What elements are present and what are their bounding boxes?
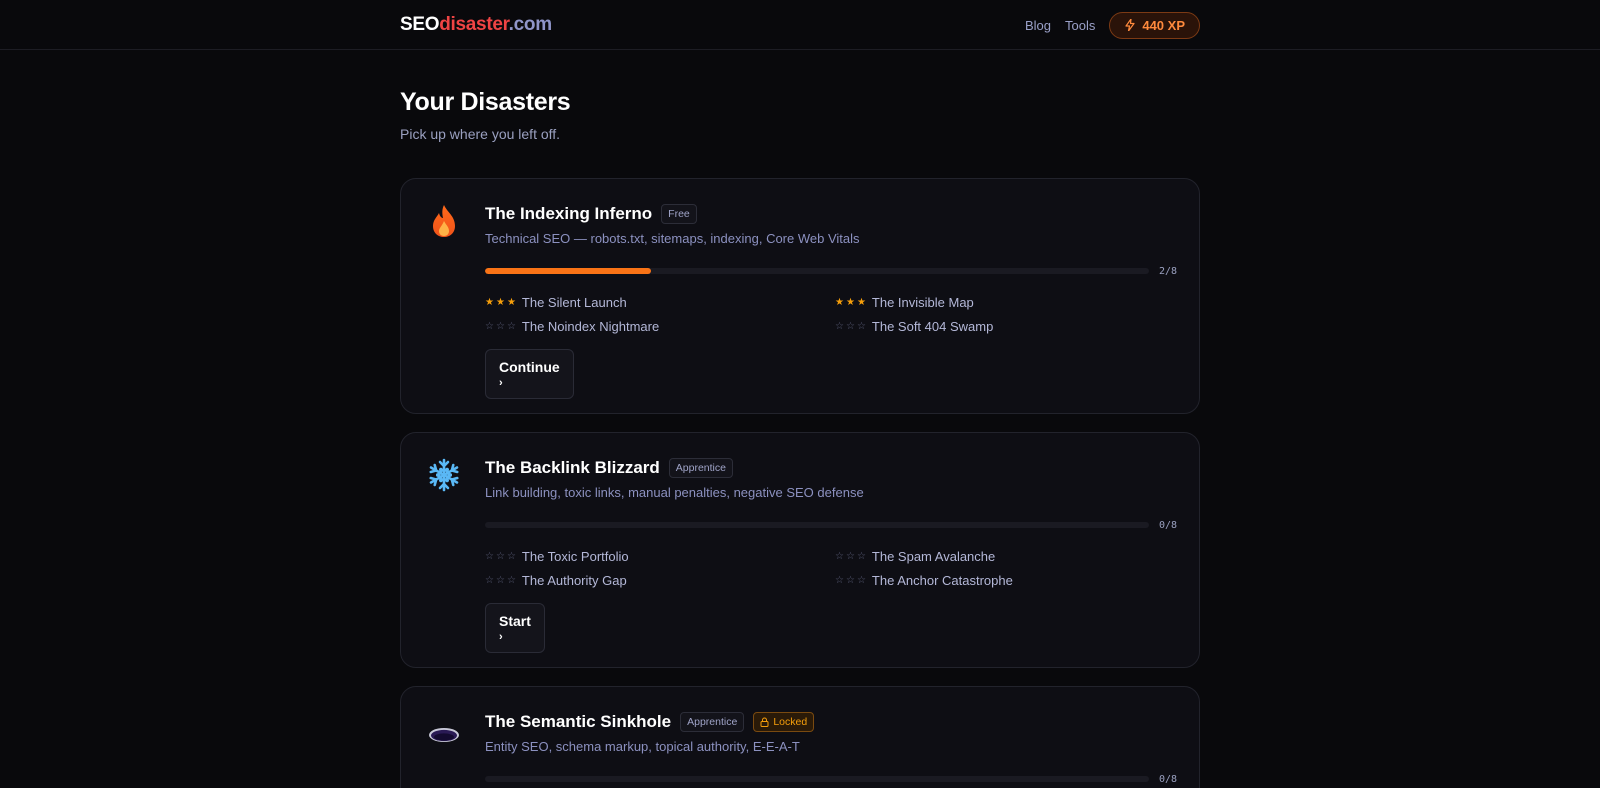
progress-track	[485, 522, 1149, 528]
snowflake-icon	[427, 458, 461, 492]
star-empty-icon: ☆	[506, 321, 516, 332]
star-rating: ☆ ☆ ☆	[835, 575, 866, 586]
star-empty-icon: ☆	[495, 321, 505, 332]
level-item[interactable]: ★ ★ ★ The Invisible Map	[835, 294, 1185, 311]
level-list: ☆ ☆ ☆ The Toxic Portfolio ☆ ☆ ☆ The Spam Ava…	[485, 548, 1177, 589]
star-empty-icon: ☆	[856, 321, 866, 332]
tier-badge: Free	[661, 204, 697, 224]
progress-track	[485, 268, 1149, 274]
level-list: ★ ★ ★ The Silent Launch ★ ★ ★ The Invisible …	[485, 294, 1177, 335]
page-subtitle: Pick up where you left off.	[400, 126, 561, 142]
sinkhole-icon	[429, 728, 459, 742]
level-name: The Silent Launch	[521, 295, 627, 310]
level-name: The Authority Gap	[521, 573, 627, 588]
star-empty-icon: ☆	[835, 321, 844, 332]
card-description: Entity SEO, schema markup, topical autho…	[485, 739, 800, 754]
main-content: Your Disasters Pick up where you left of…	[400, 50, 1200, 788]
star-empty-icon: ☆	[506, 551, 516, 562]
star-filled-icon: ★	[485, 297, 494, 308]
level-name: The Soft 404 Swamp	[871, 319, 994, 334]
star-empty-icon: ☆	[845, 321, 855, 332]
tier-badge: Apprentice	[680, 712, 745, 732]
chevron-right-icon: ›	[499, 631, 503, 643]
lightning-icon	[1125, 19, 1135, 31]
progress-count: 2/8	[1159, 265, 1178, 277]
top-bar: SEOdisaster.com Blog Tools 440 XP	[0, 0, 1600, 50]
continue-button[interactable]: Continue ›	[485, 349, 574, 399]
chevron-right-icon: ›	[499, 377, 503, 389]
star-empty-icon: ☆	[485, 551, 494, 562]
star-filled-icon: ★	[506, 297, 516, 308]
progress-row: 0/8	[485, 772, 1177, 786]
card-description: Link building, toxic links, manual penal…	[485, 485, 864, 500]
level-item[interactable]: ☆ ☆ ☆ The Authority Gap	[485, 572, 835, 589]
locked-badge: Locked	[753, 712, 815, 732]
level-item[interactable]: ★ ★ ★ The Silent Launch	[485, 294, 835, 311]
button-label: Start	[499, 613, 531, 629]
star-empty-icon: ☆	[856, 551, 866, 562]
xp-badge[interactable]: 440 XP	[1109, 11, 1200, 39]
fire-icon	[433, 205, 455, 237]
progress-row: 2/8	[485, 264, 1177, 278]
star-empty-icon: ☆	[506, 575, 516, 586]
star-rating: ☆ ☆ ☆	[485, 575, 516, 586]
level-name: The Anchor Catastrophe	[871, 573, 1013, 588]
tier-badge: Apprentice	[668, 458, 733, 478]
progress-count: 0/8	[1159, 519, 1178, 531]
disaster-card-indexing-inferno[interactable]: The Indexing Inferno Free Technical SEO …	[400, 178, 1200, 414]
star-empty-icon: ☆	[835, 575, 844, 586]
disaster-list: The Indexing Inferno Free Technical SEO …	[400, 178, 1200, 788]
star-filled-icon: ★	[495, 297, 505, 308]
card-title: The Backlink Blizzard	[485, 458, 660, 477]
star-rating: ☆ ☆ ☆	[835, 321, 866, 332]
level-item[interactable]: ☆ ☆ ☆ The Soft 404 Swamp	[835, 318, 1185, 335]
nav-link-tools[interactable]: Tools	[1065, 18, 1095, 33]
progress-fill	[485, 268, 651, 274]
star-rating: ☆ ☆ ☆	[485, 321, 516, 332]
progress-track	[485, 776, 1149, 782]
lock-icon	[760, 717, 769, 727]
level-name: The Invisible Map	[871, 295, 974, 310]
progress-count: 0/8	[1159, 773, 1178, 785]
xp-value: 440 XP	[1142, 17, 1185, 33]
card-title: The Indexing Inferno	[485, 204, 653, 223]
star-filled-icon: ★	[835, 297, 844, 308]
star-rating: ☆ ☆ ☆	[835, 551, 866, 562]
start-button[interactable]: Start ›	[485, 603, 545, 653]
main-nav: Blog Tools 440 XP	[1025, 11, 1200, 39]
star-empty-icon: ☆	[845, 551, 855, 562]
level-name: The Spam Avalanche	[871, 549, 996, 564]
star-empty-icon: ☆	[485, 575, 494, 586]
level-item[interactable]: ☆ ☆ ☆ The Toxic Portfolio	[485, 548, 835, 565]
disaster-card-semantic-sinkhole[interactable]: The Semantic Sinkhole Apprentice Locked …	[400, 686, 1200, 788]
star-filled-icon: ★	[845, 297, 855, 308]
button-label: Continue	[499, 359, 560, 375]
site-logo[interactable]: SEOdisaster.com	[400, 14, 552, 36]
level-name: The Toxic Portfolio	[521, 549, 629, 564]
disaster-card-backlink-blizzard[interactable]: The Backlink Blizzard Apprentice Link bu…	[400, 432, 1200, 668]
level-name: The Noindex Nightmare	[521, 319, 660, 334]
level-item[interactable]: ☆ ☆ ☆ The Noindex Nightmare	[485, 318, 835, 335]
level-item[interactable]: ☆ ☆ ☆ The Spam Avalanche	[835, 548, 1185, 565]
star-empty-icon: ☆	[495, 575, 505, 586]
star-empty-icon: ☆	[856, 575, 866, 586]
card-description: Technical SEO — robots.txt, sitemaps, in…	[485, 231, 860, 246]
star-filled-icon: ★	[856, 297, 866, 308]
card-title: The Semantic Sinkhole	[485, 712, 672, 731]
page-title: Your Disasters	[400, 88, 571, 116]
star-rating: ☆ ☆ ☆	[485, 551, 516, 562]
progress-row: 0/8	[485, 518, 1177, 532]
nav-link-blog[interactable]: Blog	[1025, 18, 1051, 33]
star-empty-icon: ☆	[495, 551, 505, 562]
star-rating: ★ ★ ★	[485, 297, 516, 308]
star-empty-icon: ☆	[845, 575, 855, 586]
star-empty-icon: ☆	[485, 321, 494, 332]
star-empty-icon: ☆	[835, 551, 844, 562]
level-item[interactable]: ☆ ☆ ☆ The Anchor Catastrophe	[835, 572, 1185, 589]
star-rating: ★ ★ ★	[835, 297, 866, 308]
